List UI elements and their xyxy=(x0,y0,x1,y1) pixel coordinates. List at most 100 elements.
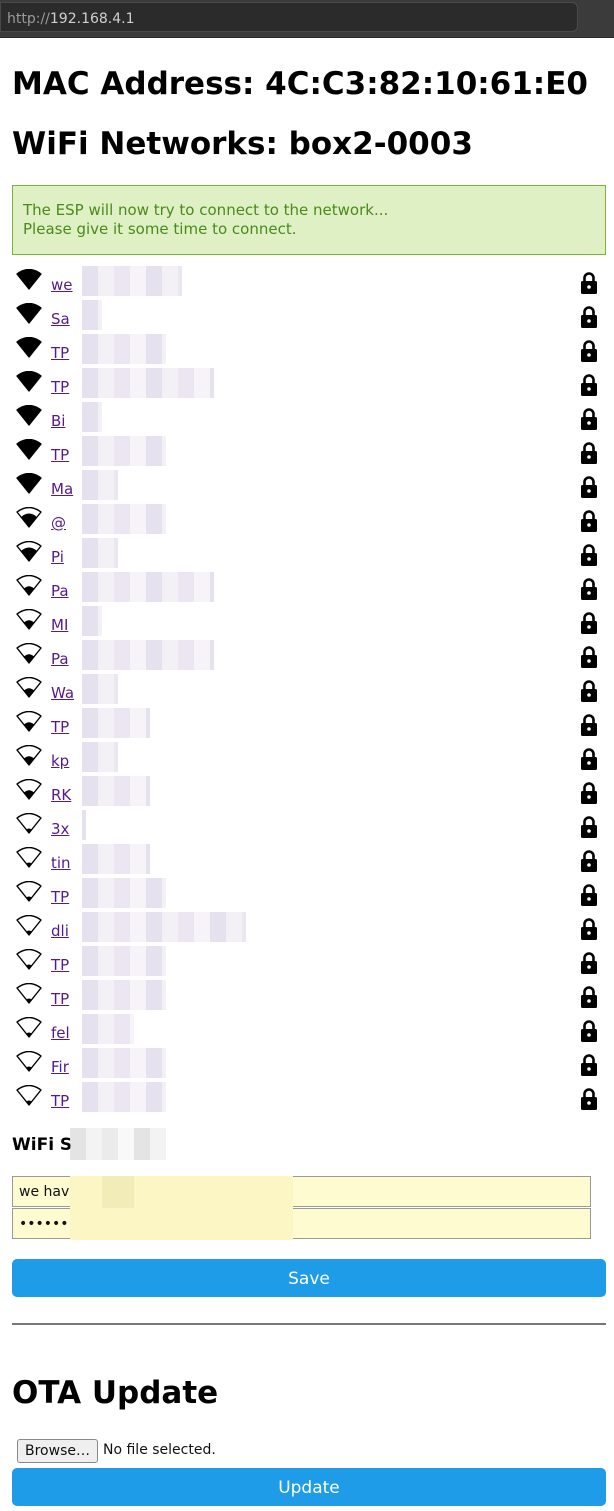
network-item: @ xyxy=(12,504,606,538)
network-item: TP xyxy=(12,1082,606,1116)
wifi-signal-icon xyxy=(16,847,42,868)
network-link[interactable]: Ma xyxy=(51,480,73,498)
redacted-block xyxy=(82,810,86,840)
divider xyxy=(12,1323,606,1325)
redacted-block xyxy=(82,708,150,738)
network-item: Sa xyxy=(12,300,606,334)
network-link[interactable]: 3x xyxy=(51,820,69,838)
wifi-signal-icon xyxy=(16,405,42,426)
network-link[interactable]: @ xyxy=(51,514,66,532)
redacted-block xyxy=(82,572,214,602)
wifi-signal-icon xyxy=(16,541,42,562)
network-item: Bi xyxy=(12,402,606,436)
redacted-block xyxy=(82,504,166,534)
network-link[interactable]: Pa xyxy=(51,582,69,600)
lock-icon xyxy=(581,884,597,906)
network-link[interactable]: TP xyxy=(51,446,69,464)
network-item: Ma xyxy=(12,470,606,504)
network-item: TP xyxy=(12,980,606,1014)
network-item: TP xyxy=(12,368,606,402)
connect-notice: The ESP will now try to connect to the n… xyxy=(12,185,606,255)
wifi-signal-icon xyxy=(16,575,42,596)
wifi-signal-icon xyxy=(16,779,42,800)
redacted-block xyxy=(82,538,118,568)
network-link[interactable]: Sa xyxy=(51,310,70,328)
network-item: dli xyxy=(12,912,606,946)
file-status: No file selected. xyxy=(103,1442,216,1458)
mac-address-heading: MAC Address: 4C:C3:82:10:61:E0 xyxy=(12,66,588,102)
network-item: Fir xyxy=(12,1048,606,1082)
lock-icon xyxy=(581,816,597,838)
redacted-block xyxy=(82,334,166,364)
network-item: TP xyxy=(12,878,606,912)
network-link[interactable]: Pi xyxy=(51,548,64,566)
network-item: Wa xyxy=(12,674,606,708)
redacted-block xyxy=(82,266,182,296)
wifi-signal-icon xyxy=(16,949,42,970)
redacted-block xyxy=(82,912,246,942)
network-link[interactable]: TP xyxy=(51,888,69,906)
notice-line-2: Please give it some time to connect. xyxy=(23,220,297,238)
network-link[interactable]: TP xyxy=(51,718,69,736)
network-link[interactable]: Fir xyxy=(51,1058,69,1076)
wifi-signal-icon xyxy=(16,303,42,324)
redacted-block xyxy=(82,606,102,636)
wifi-signal-icon xyxy=(16,983,42,1004)
notice-line-1: The ESP will now try to connect to the n… xyxy=(23,201,389,219)
lock-icon xyxy=(581,748,597,770)
wifi-signal-icon xyxy=(16,609,42,630)
network-link[interactable]: we xyxy=(51,276,73,294)
redacted-block xyxy=(82,368,214,398)
wifi-signal-icon xyxy=(16,1085,42,1106)
redacted-block xyxy=(82,844,150,874)
network-link[interactable]: TP xyxy=(51,378,69,396)
lock-icon xyxy=(581,476,597,498)
network-link[interactable]: kp xyxy=(51,752,69,770)
address-field[interactable]: http://192.168.4.1 xyxy=(0,2,578,32)
network-link[interactable]: dli xyxy=(51,922,69,940)
url-host: 192.168.4.1 xyxy=(49,11,135,27)
lock-icon xyxy=(581,544,597,566)
wifi-signal-icon xyxy=(16,1017,42,1038)
wifi-signal-icon xyxy=(16,269,42,290)
wifi-signal-icon xyxy=(16,915,42,936)
network-link[interactable]: TP xyxy=(51,990,69,1008)
network-link[interactable]: TP xyxy=(51,1092,69,1110)
lock-icon xyxy=(581,1054,597,1076)
network-link[interactable]: Pa xyxy=(51,650,69,668)
redacted-block xyxy=(82,402,102,432)
lock-icon xyxy=(581,272,597,294)
lock-icon xyxy=(581,374,597,396)
network-link[interactable]: TP xyxy=(51,344,69,362)
browse-button[interactable]: Browse… xyxy=(17,1439,98,1463)
redacted-block xyxy=(82,436,166,466)
redacted-block xyxy=(82,674,118,704)
network-item: TP xyxy=(12,708,606,742)
network-link[interactable]: fel xyxy=(51,1024,70,1042)
save-button[interactable]: Save xyxy=(12,1259,606,1297)
redacted-block xyxy=(70,1128,166,1160)
url-scheme: http:// xyxy=(7,11,50,27)
url-text: http://192.168.4.1 xyxy=(7,11,135,27)
ota-update-heading: OTA Update xyxy=(12,1375,219,1411)
network-item: TP xyxy=(12,436,606,470)
network-item: we xyxy=(12,266,606,300)
wifi-networks-heading: WiFi Networks: box2-0003 xyxy=(12,126,473,162)
wifi-signal-icon xyxy=(16,881,42,902)
network-link[interactable]: tin xyxy=(51,854,71,872)
update-button[interactable]: Update xyxy=(12,1468,606,1506)
lock-icon xyxy=(581,782,597,804)
network-link[interactable]: Wa xyxy=(51,684,74,702)
network-item: kp xyxy=(12,742,606,776)
redacted-block xyxy=(82,946,166,976)
wifi-signal-icon xyxy=(16,371,42,392)
wifi-signal-icon xyxy=(16,677,42,698)
network-link[interactable]: Bi xyxy=(51,412,65,430)
network-link[interactable]: RK xyxy=(51,786,71,804)
redacted-block xyxy=(82,1014,134,1044)
network-link[interactable]: TP xyxy=(51,956,69,974)
network-item: Pi xyxy=(12,538,606,572)
redacted-block xyxy=(82,470,118,500)
network-link[interactable]: MI xyxy=(51,616,68,634)
network-item: 3x xyxy=(12,810,606,844)
